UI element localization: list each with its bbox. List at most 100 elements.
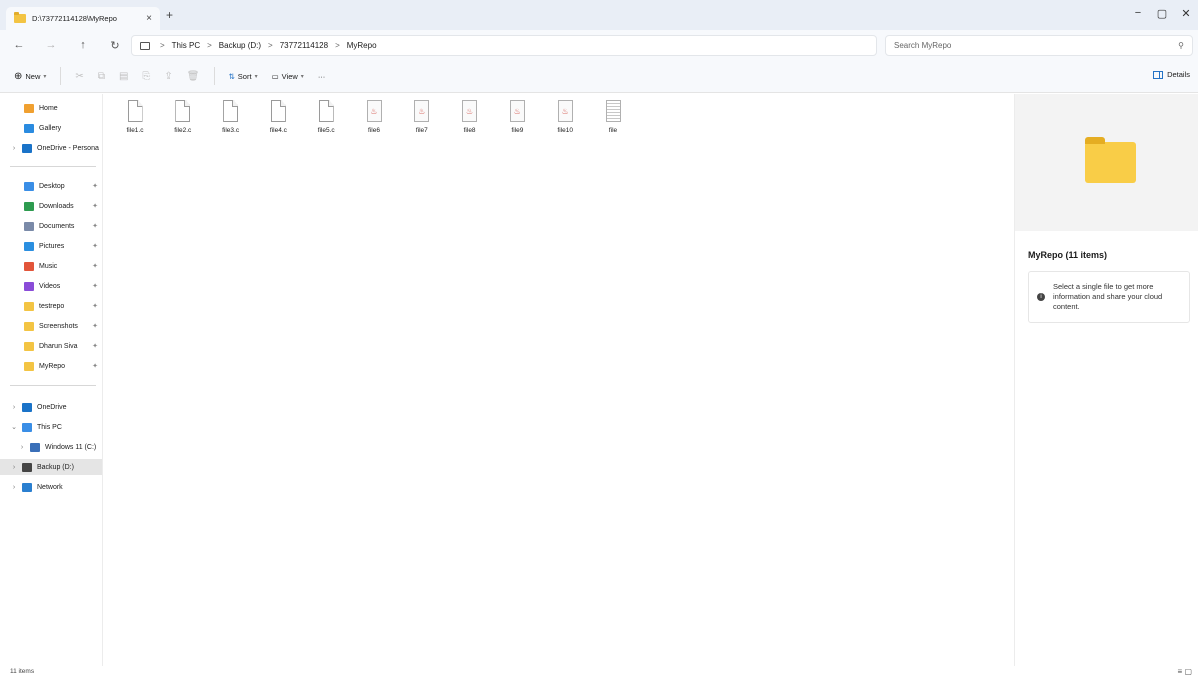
pin-icon[interactable]: ✦ [92, 282, 98, 290]
minimize-button[interactable]: − [1126, 0, 1150, 26]
sidebar-item-pictures[interactable]: Pictures ✦ [0, 238, 102, 254]
chevron-right-icon[interactable]: › [10, 464, 18, 471]
pin-icon[interactable]: ✦ [92, 322, 98, 330]
file-name: file2.c [174, 127, 192, 134]
sidebar-item-videos[interactable]: Videos ✦ [0, 278, 102, 294]
sidebar-item-testrepo[interactable]: testrepo ✦ [0, 298, 102, 314]
details-pane-button[interactable]: Details [1153, 70, 1190, 79]
file-item[interactable]: ♨ file9 [497, 100, 537, 134]
window-controls: − ▢ ✕ [1126, 0, 1198, 30]
search-icon: ⚲ [1178, 41, 1184, 50]
chevron-down-icon[interactable]: ⌄ [10, 423, 18, 431]
pin-icon[interactable]: ✦ [92, 262, 98, 270]
status-bar: 11 items ≡ ▢ [0, 666, 1198, 677]
file-item[interactable]: file [593, 100, 633, 134]
sidebar-item-onedrive[interactable]: › OneDrive [0, 399, 102, 415]
info-text: Select a single file to get more informa… [1053, 282, 1163, 311]
drive-c-icon [30, 442, 40, 452]
file-name: file10 [557, 127, 573, 134]
more-options-button[interactable]: ··· [318, 72, 326, 81]
file-item[interactable]: file4.c [258, 100, 298, 134]
file-item[interactable]: file1.c [115, 100, 155, 134]
sidebar-item-screenshots[interactable]: Screenshots ✦ [0, 318, 102, 334]
pin-icon[interactable]: ✦ [92, 222, 98, 230]
delete-icon[interactable]: 🗑 [187, 71, 200, 82]
sidebar-item-this-pc[interactable]: ⌄ This PC [0, 419, 102, 435]
tab-myrepo[interactable]: D:\73772114128\MyRepo × [6, 7, 160, 30]
maximize-button[interactable]: ▢ [1150, 0, 1174, 26]
folder-icon [24, 361, 34, 371]
sidebar-item-label: Desktop [39, 182, 65, 190]
file-name: file9 [511, 127, 524, 134]
rename-icon[interactable]: ⎘ [142, 71, 150, 82]
plus-circle-icon: ⊕ [14, 70, 23, 82]
pin-icon[interactable]: ✦ [92, 182, 98, 190]
search-input[interactable]: Search MyRepo ⚲ [885, 35, 1193, 56]
view-mode-icons[interactable]: ≡ ▢ [1178, 667, 1192, 676]
pin-icon[interactable]: ✦ [92, 362, 98, 370]
sidebar-item-music[interactable]: Music ✦ [0, 258, 102, 274]
file-item[interactable]: ♨ file10 [545, 100, 585, 134]
file-item[interactable]: ♨ file8 [450, 100, 490, 134]
breadcrumb-backup[interactable]: Backup (D:) [219, 41, 261, 50]
cut-icon[interactable]: ✂ [75, 71, 83, 82]
network-icon [22, 482, 32, 492]
address-bar[interactable]: > This PC > Backup (D:) > 73772114128 > … [131, 35, 877, 56]
chevron-right-icon[interactable]: › [10, 484, 18, 491]
chevron-right-icon[interactable]: › [10, 145, 18, 152]
file-item[interactable]: file3.c [211, 100, 251, 134]
file-item[interactable]: ♨ file6 [354, 100, 394, 134]
breadcrumb-folder-id[interactable]: 73772114128 [280, 41, 328, 50]
sidebar-item-onedrive-persona[interactable]: › OneDrive - Persona [0, 140, 102, 156]
sidebar-item-label: testrepo [39, 302, 65, 310]
navigation-pane: Home Gallery › OneDrive - Persona Desktop ✦ Do… [0, 94, 103, 666]
paste-icon[interactable]: ▤ [119, 71, 128, 82]
new-button[interactable]: ⊕ New ▾ [14, 71, 46, 82]
pin-icon[interactable]: ✦ [92, 202, 98, 210]
pictures-icon [24, 241, 34, 251]
sidebar-item-label: OneDrive - Persona [37, 144, 99, 152]
file-name: file4.c [269, 127, 287, 134]
pin-icon[interactable]: ✦ [92, 242, 98, 250]
close-window-button[interactable]: ✕ [1174, 0, 1198, 26]
chevron-down-icon: ▾ [300, 73, 304, 80]
chevron-right-icon[interactable]: › [18, 444, 26, 451]
documents-icon [24, 221, 34, 231]
share-icon[interactable]: ⇪ [164, 71, 172, 82]
sidebar-item-dharun-siva[interactable]: Dharun Siva ✦ [0, 338, 102, 354]
sidebar-item-network[interactable]: › Network [0, 479, 102, 495]
details-pane: MyRepo (11 items) i Select a single file… [1014, 94, 1198, 666]
sidebar-item-documents[interactable]: Documents ✦ [0, 218, 102, 234]
pin-icon[interactable]: ✦ [92, 302, 98, 310]
back-button[interactable]: ← [8, 39, 30, 51]
java-file-icon: ♨ [462, 100, 478, 122]
sidebar-item-downloads[interactable]: Downloads ✦ [0, 198, 102, 214]
new-tab-button[interactable]: + [166, 8, 173, 22]
breadcrumb-myrepo[interactable]: MyRepo [347, 41, 377, 50]
c-file-icon [175, 100, 191, 122]
file-item[interactable]: file5.c [306, 100, 346, 134]
sidebar-item-myrepo[interactable]: MyRepo ✦ [0, 358, 102, 374]
pin-icon[interactable]: ✦ [92, 342, 98, 350]
file-item[interactable]: file2.c [163, 100, 203, 134]
sidebar-item-label: Pictures [39, 242, 65, 250]
breadcrumb-separator: > [160, 41, 165, 50]
breadcrumb-this-pc[interactable]: This PC [172, 41, 200, 50]
sidebar-item-backup-d[interactable]: › Backup (D:) [0, 459, 102, 475]
forward-button[interactable]: → [40, 39, 62, 51]
file-item[interactable]: ♨ file7 [402, 100, 442, 134]
view-button[interactable]: ▭ View ▾ [272, 72, 304, 81]
copy-icon[interactable]: ⧉ [98, 71, 105, 82]
videos-icon [24, 281, 34, 291]
sidebar-item-desktop[interactable]: Desktop ✦ [0, 178, 102, 194]
up-button[interactable]: ↑ [72, 39, 94, 51]
sidebar-item-gallery[interactable]: Gallery [0, 120, 102, 136]
refresh-button[interactable]: ↻ [104, 39, 126, 52]
java-file-icon: ♨ [509, 100, 525, 122]
tab-close-button[interactable]: × [146, 13, 152, 24]
sidebar-item-home[interactable]: Home [0, 100, 102, 116]
chevron-right-icon[interactable]: › [10, 404, 18, 411]
sort-button[interactable]: ⇅ Sort ▾ [229, 72, 258, 81]
sidebar-item-windows-11-c[interactable]: › Windows 11 (C:) [0, 439, 102, 455]
sidebar-item-label: Home [39, 104, 58, 112]
